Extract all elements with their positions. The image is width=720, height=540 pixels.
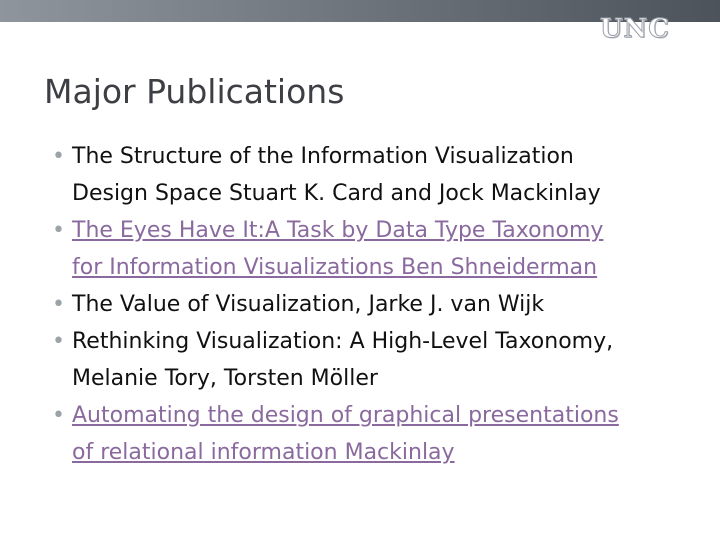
- unc-logo: UNC: [599, 14, 670, 45]
- publication-link[interactable]: The Eyes Have It:A Task by Data Type Tax…: [72, 212, 603, 286]
- publication-item-5[interactable]: • Automating the design of graphical pre…: [52, 397, 702, 471]
- publication-item-1: • The Structure of the Information Visua…: [52, 138, 702, 212]
- publication-text: The Structure of the Information Visuali…: [72, 144, 601, 206]
- publication-item-3: • The Value of Visualization, Jarke J. v…: [52, 286, 702, 323]
- publication-text: The Value of Visualization, Jarke J. van…: [72, 292, 545, 317]
- publication-text: Rethinking Visualization: A High-Level T…: [72, 329, 614, 391]
- publication-link[interactable]: Automating the design of graphical prese…: [72, 397, 619, 471]
- publication-list: • The Structure of the Information Visua…: [52, 138, 702, 471]
- bullet-icon: •: [52, 403, 65, 428]
- publication-item-2[interactable]: • The Eyes Have It:A Task by Data Type T…: [52, 212, 702, 286]
- bullet-icon: •: [52, 292, 65, 317]
- slide-title: Major Publications: [44, 72, 345, 111]
- bullet-icon: •: [52, 329, 65, 354]
- publication-item-4: • Rethinking Visualization: A High-Level…: [52, 323, 702, 397]
- bullet-icon: •: [52, 144, 65, 169]
- bullet-icon: •: [52, 218, 65, 243]
